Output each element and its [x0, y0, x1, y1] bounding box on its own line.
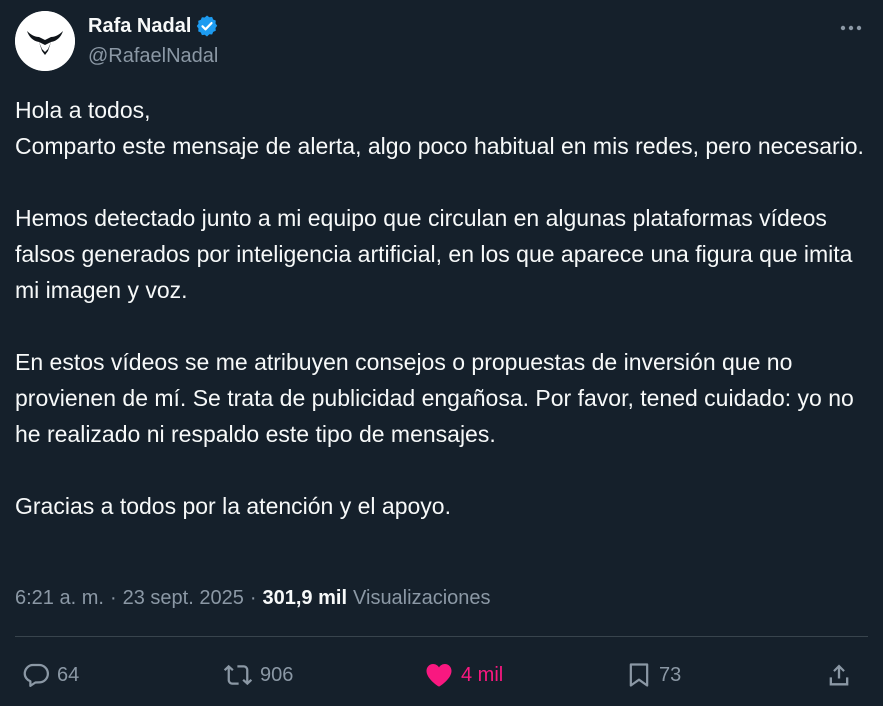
tweet-date[interactable]: 23 sept. 2025	[123, 587, 244, 610]
reply-count: 64	[57, 663, 80, 686]
tweet-line: Gracias a todos por la atención y el apo…	[15, 493, 451, 519]
handle[interactable]: @RafaelNadal	[88, 45, 218, 68]
share-button[interactable]	[825, 655, 853, 695]
heart-filled-icon	[426, 664, 452, 687]
display-name[interactable]: Rafa Nadal	[88, 15, 191, 38]
tweet-line: Comparto este mensaje de alerta, algo po…	[15, 133, 864, 159]
repost-count: 906	[260, 663, 294, 686]
bookmark-button[interactable]: 73	[625, 655, 681, 695]
repost-button[interactable]: 906	[222, 655, 293, 695]
like-button[interactable]: 4 mil	[423, 655, 503, 695]
meta-separator: ·	[249, 587, 257, 609]
tweet-paragraph: Gracias a todos por la atención y el apo…	[15, 488, 873, 524]
tweet-paragraph: Hemos detectado junto a mi equipo que ci…	[15, 200, 873, 308]
reply-bubble-icon	[23, 663, 49, 687]
bookmark-icon	[629, 663, 649, 687]
tweet-meta: 6:21 a. m. · 23 sept. 2025 · 301,9 mil V…	[15, 587, 491, 610]
tweet-text: Hola a todos, Comparto este mensaje de a…	[15, 92, 873, 560]
verified-badge-icon[interactable]	[195, 14, 219, 38]
name-row: Rafa Nadal	[88, 14, 219, 38]
tweet-line: Hola a todos,	[15, 97, 151, 123]
views-count[interactable]: 301,9 mil	[263, 587, 348, 610]
action-bar: 64 906 4 mil 73	[15, 655, 868, 695]
rafa-bull-logo-icon	[15, 11, 75, 71]
repost-arrows-icon	[223, 664, 253, 686]
more-options-button[interactable]	[834, 17, 868, 39]
reply-button[interactable]: 64	[21, 655, 79, 695]
tweet-paragraph: Hola a todos, Comparto este mensaje de a…	[15, 92, 873, 164]
meta-separator: ·	[109, 587, 117, 609]
share-upload-icon	[829, 664, 849, 686]
divider	[15, 636, 868, 637]
tweet-line: Hemos detectado junto a mi equipo que ci…	[15, 205, 853, 303]
tweet-paragraph: En estos vídeos se me atribuyen consejos…	[15, 344, 873, 452]
like-count: 4 mil	[461, 663, 504, 686]
tweet-time[interactable]: 6:21 a. m.	[15, 587, 104, 610]
views-label: Visualizaciones	[353, 587, 491, 609]
more-horizontal-icon	[840, 25, 862, 31]
avatar[interactable]	[15, 11, 75, 71]
tweet-line: En estos vídeos se me atribuyen consejos…	[15, 349, 854, 447]
tweet-header: Rafa Nadal @RafaelNadal	[15, 11, 868, 73]
bookmark-count: 73	[659, 663, 682, 686]
